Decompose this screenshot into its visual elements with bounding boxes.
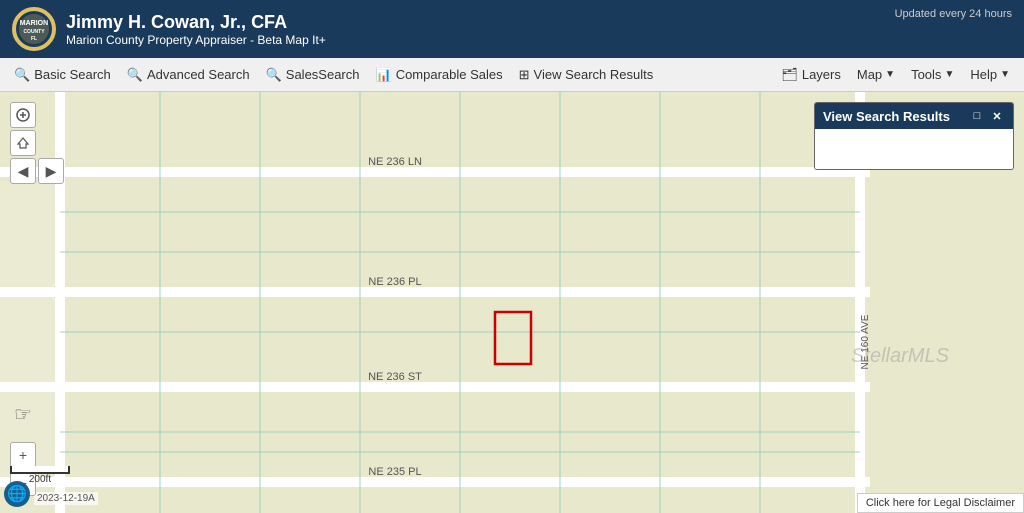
scale-line — [10, 466, 70, 474]
hand-cursor-icon: ☞ — [14, 402, 32, 427]
svg-text:FL: FL — [31, 36, 37, 42]
nav-help[interactable]: Help ▼ — [962, 63, 1018, 86]
pan-right-button[interactable]: ▶ — [38, 158, 64, 184]
pan-arrows: ◀ ▶ — [10, 158, 64, 184]
app-title-block: Jimmy H. Cowan, Jr., CFA Marion County P… — [66, 12, 326, 47]
home-button[interactable] — [10, 130, 36, 156]
nav-basic-search[interactable]: 🔍 Basic Search — [6, 63, 119, 87]
navbar: 🔍 Basic Search 🔍 Advanced Search 🔍 Sales… — [0, 58, 1024, 92]
map-container[interactable]: NE 236 LN NE 236 PL NE 236 ST NE 235 PL … — [0, 92, 1024, 513]
nav-advanced-search-label: Advanced Search — [147, 67, 250, 82]
search-icon-3: 🔍 — [266, 67, 282, 83]
updated-text: Updated every 24 hours — [895, 8, 1012, 20]
nav-sales-search[interactable]: 🔍 SalesSearch — [258, 63, 368, 87]
nav-view-search-results[interactable]: ⊞ View Search Results — [511, 63, 662, 87]
nav-help-label: Help — [970, 67, 997, 82]
app-logo: MARION COUNTY FL — [12, 7, 56, 51]
app-title-main: Jimmy H. Cowan, Jr., CFA — [66, 12, 326, 33]
close-panel-button[interactable]: ✕ — [989, 108, 1005, 124]
minimize-panel-button[interactable]: □ — [969, 108, 985, 124]
nav-comparable-sales-label: Comparable Sales — [396, 67, 503, 82]
nav-layers-label: Layers — [802, 67, 841, 82]
zoom-in-icon: + — [19, 447, 27, 463]
chart-icon: 📊 — [376, 67, 392, 83]
search-icon-2: 🔍 — [127, 67, 143, 83]
app-title-sub: Marion County Property Appraiser - Beta … — [66, 33, 326, 47]
nav-layers[interactable]: 🗂 Layers — [773, 63, 849, 87]
tools-dropdown-icon: ▼ — [944, 69, 954, 80]
svg-text:COUNTY: COUNTY — [23, 29, 45, 35]
nav-comparable-sales[interactable]: 📊 Comparable Sales — [368, 63, 511, 87]
help-dropdown-icon: ▼ — [1000, 69, 1010, 80]
search-results-body — [815, 129, 1013, 169]
svg-text:NE 236 LN: NE 236 LN — [368, 156, 422, 168]
svg-text:MARION: MARION — [20, 20, 48, 27]
layers-icon: 🗂 — [781, 67, 798, 83]
search-results-header-icons: □ ✕ — [969, 108, 1005, 124]
nav-basic-search-label: Basic Search — [34, 67, 111, 82]
nav-map[interactable]: Map ▼ — [849, 63, 903, 86]
nav-tools-label: Tools — [911, 67, 941, 82]
nav-right-group: 🗂 Layers Map ▼ Tools ▼ Help ▼ — [773, 63, 1018, 87]
zoom-in-button[interactable]: + — [10, 442, 36, 468]
nav-advanced-search[interactable]: 🔍 Advanced Search — [119, 63, 258, 87]
search-icon: 🔍 — [14, 67, 30, 83]
legal-disclaimer-label: Click here for Legal Disclaimer — [866, 497, 1015, 509]
nav-tools[interactable]: Tools ▼ — [903, 63, 962, 86]
globe-icon[interactable]: 🌐 — [4, 481, 30, 507]
svg-text:NE 236 PL: NE 236 PL — [368, 276, 421, 288]
search-results-panel: View Search Results □ ✕ — [814, 102, 1014, 170]
close-icon: ✕ — [992, 110, 1001, 123]
nav-map-label: Map — [857, 67, 882, 82]
date-stamp: 2023-12-19A — [34, 492, 98, 505]
search-results-header: View Search Results □ ✕ — [815, 103, 1013, 129]
legal-disclaimer-button[interactable]: Click here for Legal Disclaimer — [857, 493, 1024, 513]
svg-text:NE 236 ST: NE 236 ST — [368, 371, 422, 383]
map-dropdown-icon: ▼ — [885, 69, 895, 80]
nav-sales-search-label: SalesSearch — [286, 67, 360, 82]
search-results-title: View Search Results — [823, 109, 950, 124]
minimize-icon: □ — [974, 110, 981, 122]
pan-left-button[interactable]: ◀ — [10, 158, 36, 184]
app-header: MARION COUNTY FL Jimmy H. Cowan, Jr., CF… — [0, 0, 1024, 58]
nav-view-search-results-label: View Search Results — [534, 67, 654, 82]
map-controls-left: ◀ ▶ — [10, 102, 64, 184]
zoom-extent-button[interactable] — [10, 102, 36, 128]
svg-text:StellarMLS: StellarMLS — [851, 345, 949, 367]
grid-icon: ⊞ — [519, 67, 530, 83]
svg-text:NE 235 PL: NE 235 PL — [368, 466, 421, 478]
